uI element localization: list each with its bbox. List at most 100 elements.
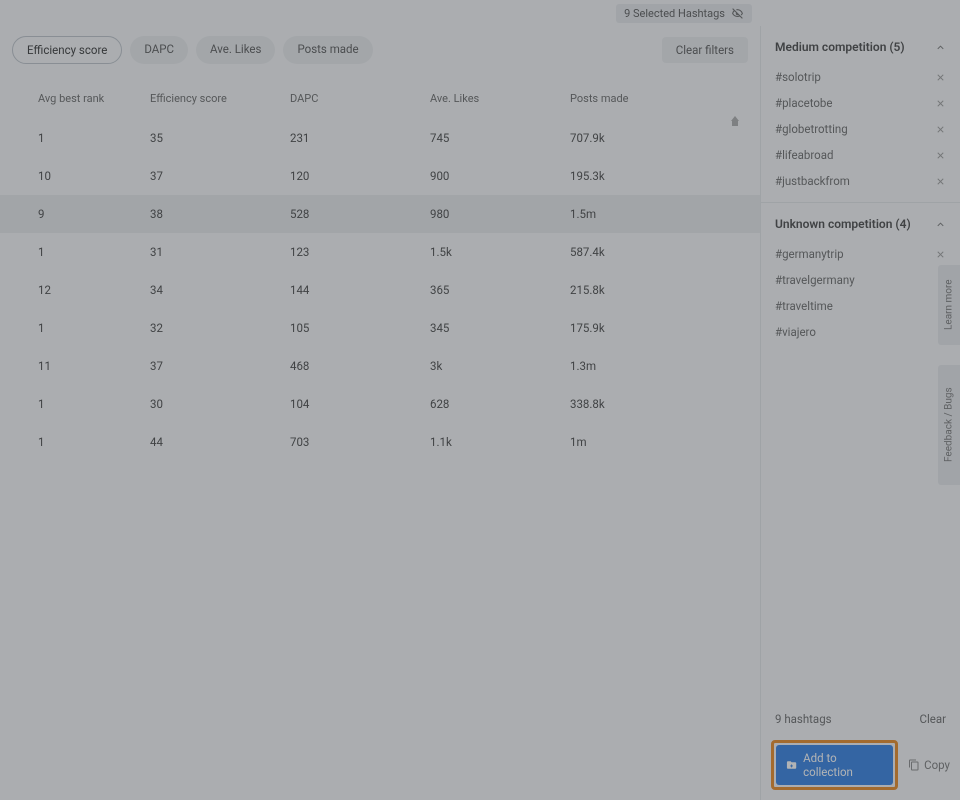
tag-label: #lifeabroad	[775, 148, 833, 162]
cell-posts: 195.3k	[570, 169, 710, 183]
col-header-posts[interactable]: Posts made	[570, 92, 710, 105]
cell-likes: 980	[430, 207, 570, 221]
close-icon[interactable]	[935, 249, 946, 260]
cell-posts: 1.3m	[570, 359, 710, 373]
section-header[interactable]: Unknown competition (4)	[761, 203, 960, 241]
cell-rank: 1	[0, 435, 150, 449]
chevron-up-icon	[935, 42, 946, 53]
cell-likes: 628	[430, 397, 570, 411]
table-row[interactable]: 9385289801.5m	[0, 195, 760, 233]
cell-posts: 175.9k	[570, 321, 710, 335]
hashtag-count-label: 9 hashtags	[775, 712, 832, 726]
cell-likes: 1.1k	[430, 435, 570, 449]
cell-likes: 900	[430, 169, 570, 183]
tag-label: #traveltime	[775, 299, 833, 313]
cell-likes: 345	[430, 321, 570, 335]
learn-more-tab[interactable]: Learn more	[938, 265, 960, 345]
close-icon[interactable]	[935, 72, 946, 83]
sidebar: Medium competition (5) #solotrip #placetob…	[760, 26, 960, 800]
cell-dapc: 105	[290, 321, 430, 335]
copy-button[interactable]: Copy	[908, 758, 950, 772]
folder-plus-icon	[786, 759, 797, 771]
tag-item[interactable]: #traveltime	[761, 293, 960, 319]
table-row[interactable]: 11374683k1.3m	[0, 347, 760, 385]
table-row[interactable]: 135231745707.9k	[0, 119, 760, 157]
tag-item[interactable]: #placetobe	[761, 90, 960, 116]
chevron-up-icon	[935, 219, 946, 230]
cell-posts: 1m	[570, 435, 710, 449]
tag-item[interactable]: #lifeabroad	[761, 142, 960, 168]
tag-label: #viajero	[775, 325, 816, 339]
section-title: Unknown competition (4)	[775, 217, 911, 231]
cell-eff: 32	[150, 321, 290, 335]
cell-dapc: 120	[290, 169, 430, 183]
col-header-likes[interactable]: Ave. Likes	[430, 92, 570, 105]
tag-item[interactable]: #solotrip	[761, 64, 960, 90]
cell-posts: 1.5m	[570, 207, 710, 221]
selected-hashtags-chip[interactable]: 9 Selected Hashtags	[616, 4, 752, 23]
close-icon[interactable]	[935, 124, 946, 135]
add-to-collection-label: Add to collection	[803, 751, 883, 779]
sidebar-footer: 9 hashtags Clear	[761, 704, 960, 734]
cell-eff: 30	[150, 397, 290, 411]
table-row[interactable]: 1234144365215.8k	[0, 271, 760, 309]
cell-likes: 365	[430, 283, 570, 297]
add-to-collection-button[interactable]: Add to collection	[776, 745, 893, 785]
table-row[interactable]: 1311231.5k587.4k	[0, 233, 760, 271]
cell-rank: 9	[0, 207, 150, 221]
col-header-dapc[interactable]: DAPC	[290, 92, 430, 105]
clear-filters-button[interactable]: Clear filters	[662, 37, 748, 63]
tag-label: #placetobe	[775, 96, 832, 110]
main-area: 9 Selected Hashtags Efficiency scoreDAPC…	[0, 0, 760, 800]
close-icon[interactable]	[935, 150, 946, 161]
section-header[interactable]: Medium competition (5)	[761, 26, 960, 64]
cell-likes: 745	[430, 131, 570, 145]
cell-posts: 338.8k	[570, 397, 710, 411]
filter-pill[interactable]: Efficiency score	[12, 36, 122, 64]
tag-label: #germanytrip	[775, 247, 844, 261]
copy-label: Copy	[924, 758, 950, 772]
eye-off-icon	[731, 7, 744, 20]
scroll-up-icon[interactable]	[732, 121, 738, 133]
cell-rank: 1	[0, 245, 150, 259]
cell-eff: 37	[150, 169, 290, 183]
cell-eff: 34	[150, 283, 290, 297]
tag-item[interactable]: #globetrotting	[761, 116, 960, 142]
table-row[interactable]: 1447031.1k1m	[0, 423, 760, 461]
feedback-tab[interactable]: Feedback / Bugs	[938, 365, 960, 485]
col-header-efficiency[interactable]: Efficiency score	[150, 92, 290, 105]
col-header-rank[interactable]: Avg best rank	[0, 92, 150, 105]
tag-label: #justbackfrom	[775, 174, 850, 188]
filter-pill[interactable]: Posts made	[283, 36, 372, 64]
tag-item[interactable]: #viajero	[761, 319, 960, 345]
copy-icon	[908, 759, 920, 771]
cell-likes: 3k	[430, 359, 570, 373]
close-icon[interactable]	[935, 98, 946, 109]
cell-rank: 10	[0, 169, 150, 183]
filter-pill[interactable]: Ave. Likes	[196, 36, 275, 64]
cell-rank: 1	[0, 397, 150, 411]
cell-posts: 707.9k	[570, 131, 710, 145]
cell-dapc: 144	[290, 283, 430, 297]
cell-likes: 1.5k	[430, 245, 570, 259]
tag-label: #travelgermany	[775, 273, 855, 287]
selected-hashtags-label: 9 Selected Hashtags	[624, 7, 725, 20]
table-row[interactable]: 1037120900195.3k	[0, 157, 760, 195]
cell-eff: 38	[150, 207, 290, 221]
section-title: Medium competition (5)	[775, 40, 905, 54]
filter-pill[interactable]: DAPC	[130, 36, 188, 64]
clear-selection-button[interactable]: Clear	[919, 712, 946, 726]
cell-rank: 11	[0, 359, 150, 373]
cell-rank: 12	[0, 283, 150, 297]
table-row[interactable]: 130104628338.8k	[0, 385, 760, 423]
action-row: Add to collection Copy	[761, 734, 960, 800]
tag-item[interactable]: #justbackfrom	[761, 168, 960, 194]
cell-eff: 35	[150, 131, 290, 145]
close-icon[interactable]	[935, 176, 946, 187]
table-row[interactable]: 132105345175.9k	[0, 309, 760, 347]
cell-dapc: 104	[290, 397, 430, 411]
cell-dapc: 231	[290, 131, 430, 145]
tag-item[interactable]: #travelgermany	[761, 267, 960, 293]
cell-rank: 1	[0, 131, 150, 145]
tag-item[interactable]: #germanytrip	[761, 241, 960, 267]
